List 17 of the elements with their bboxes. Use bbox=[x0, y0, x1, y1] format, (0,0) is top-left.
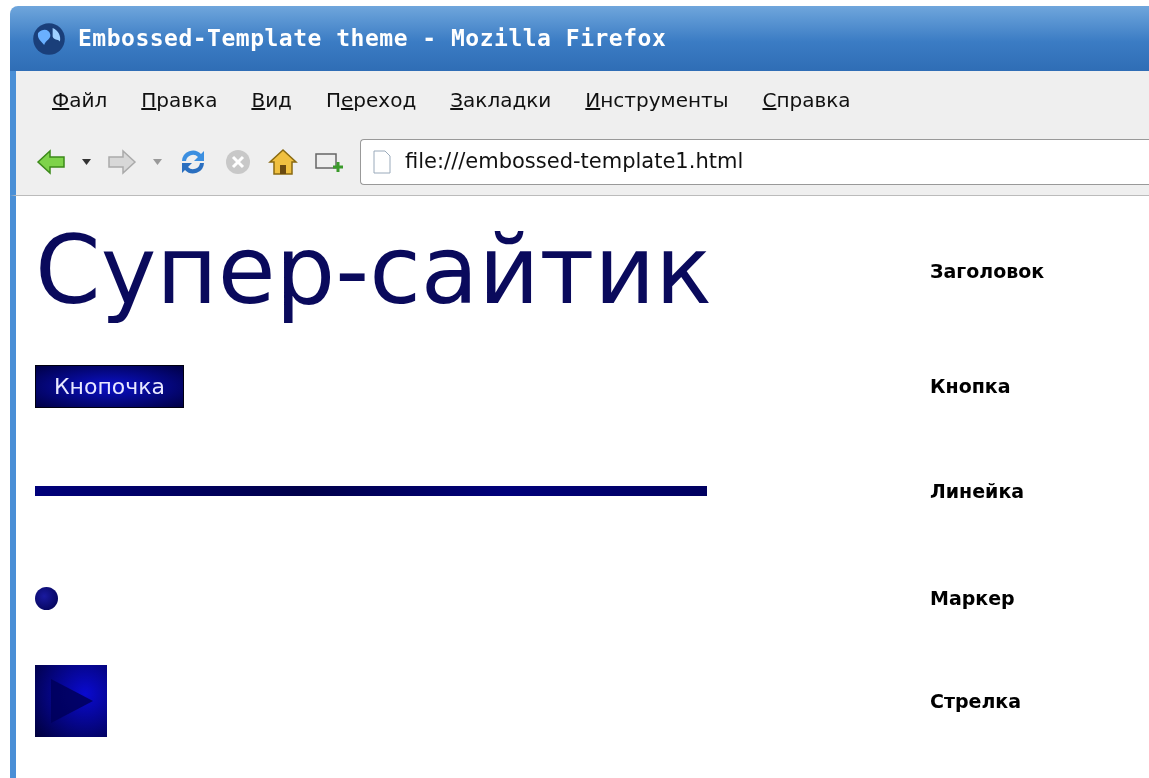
row-label: Линейка bbox=[930, 478, 1025, 504]
row-label: Заголовок bbox=[930, 258, 1045, 284]
menu-item[interactable]: Переход bbox=[325, 84, 417, 115]
menu-item[interactable]: Закладки bbox=[450, 84, 552, 115]
row-label: Кнопка bbox=[930, 373, 1011, 399]
menu-item[interactable]: Файл bbox=[52, 84, 108, 115]
url-text: file:///embossed-template1.html bbox=[405, 147, 744, 175]
page-heading: Супер-сайтик bbox=[35, 215, 713, 328]
window-title: Embossed-Template theme - Mozilla Firefox bbox=[78, 24, 667, 54]
menu-item[interactable]: Инструменты bbox=[585, 84, 729, 115]
address-bar[interactable]: file:///embossed-template1.html bbox=[360, 138, 1149, 185]
row-label: Стрелка bbox=[930, 688, 1022, 714]
demo-button[interactable]: Кнопочка bbox=[35, 364, 185, 408]
menu-item[interactable]: Вид bbox=[251, 84, 292, 115]
row-label: Маркер bbox=[930, 586, 1015, 612]
menu-item[interactable]: Справка bbox=[762, 84, 851, 115]
menu-item[interactable]: Правка bbox=[141, 84, 218, 115]
